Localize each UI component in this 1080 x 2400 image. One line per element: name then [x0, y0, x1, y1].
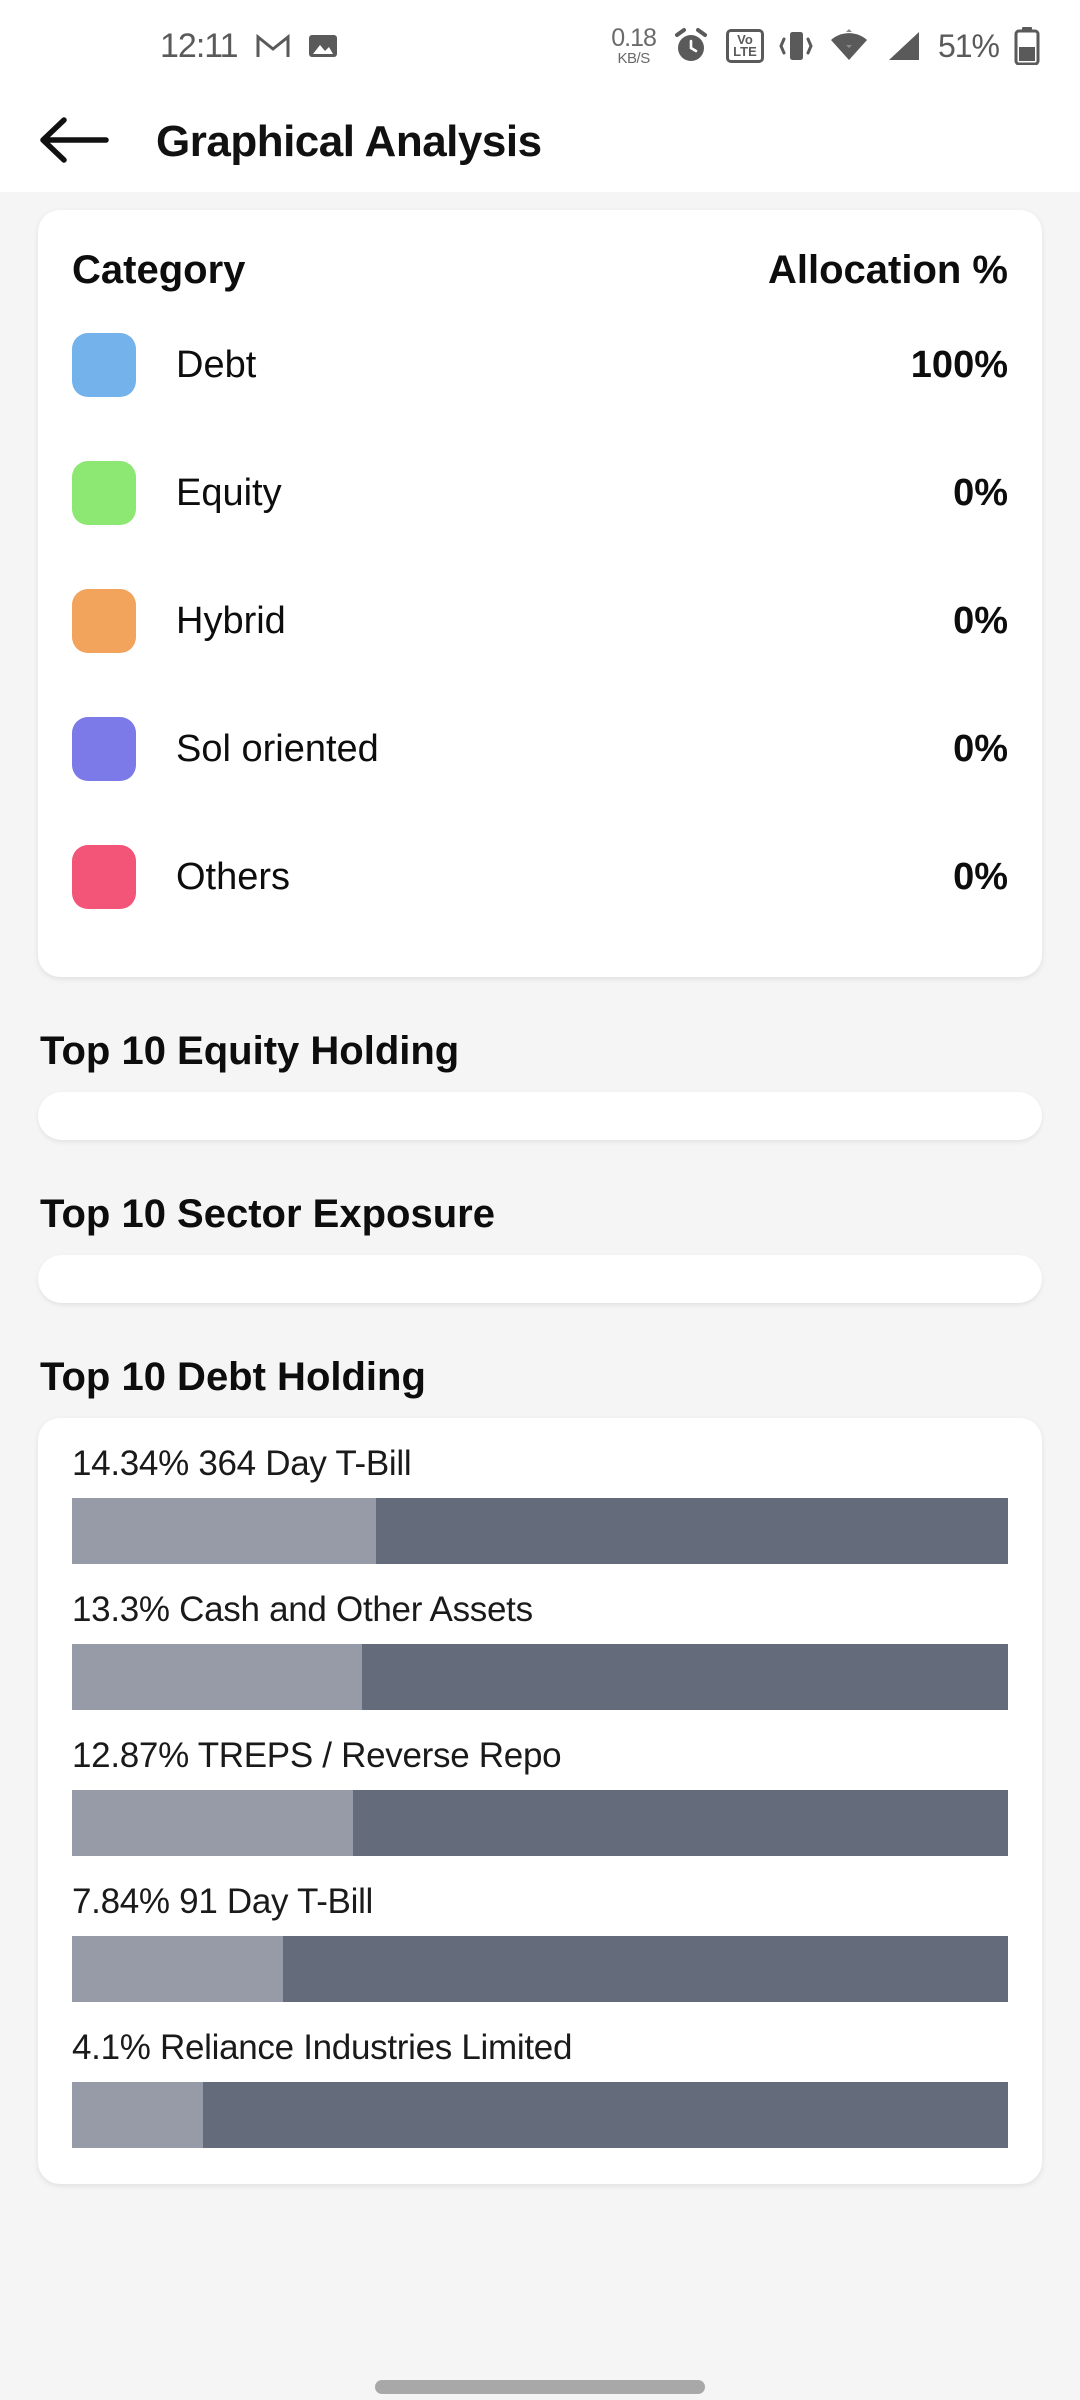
debt-bar-track-segment	[282, 1936, 1008, 2002]
debt-bar-fill-segment	[72, 1936, 283, 2002]
debt-holding-item: 14.34% 364 Day T-Bill	[72, 1444, 1008, 1564]
category-label: Sol oriented	[176, 727, 379, 770]
category-color-swatch	[72, 461, 136, 525]
debt-holding-bar	[72, 2082, 1008, 2148]
category-label: Others	[176, 855, 291, 898]
debt-holding-label: 13.3% Cash and Other Assets	[72, 1590, 533, 1629]
debt-bar-track-segment	[376, 1498, 1008, 1564]
volte-line-2: LTE	[733, 44, 757, 59]
debt-bar-track-segment	[203, 2082, 1008, 2148]
network-speed-unit: KB/S	[617, 50, 651, 67]
allocation-rows: Debt 100% Equity 0% Hybrid 0% Sol oriented 0% Ot…	[38, 301, 1042, 977]
status-bar-right: 0.18 KB/S Vo LTE 51%	[611, 26, 1040, 66]
vibrate-icon	[779, 27, 813, 65]
allocation-card: Category Allocation % Debt 100% Equity 0% Hy…	[38, 210, 1042, 977]
signal-icon	[885, 30, 923, 62]
back-arrow-icon[interactable]	[38, 114, 110, 171]
allocation-row: Debt 100%	[72, 301, 1008, 429]
allocation-row: Sol oriented 0%	[72, 685, 1008, 813]
category-label: Debt	[176, 343, 257, 386]
debt-holding-label: 12.87% TREPS / Reverse Repo	[72, 1736, 562, 1775]
column-header-category: Category	[72, 248, 246, 292]
status-bar: 12:11 0.18 KB/S Vo LTE 51%	[0, 0, 1080, 92]
debt-bar-track-segment	[362, 1644, 1008, 1710]
battery-percent-label: 51%	[937, 27, 1000, 64]
allocation-table-header: Category Allocation %	[38, 210, 1042, 301]
debt-holding-list: 14.34% 364 Day T-Bill 13.3% Cash and Othe…	[72, 1444, 1008, 2148]
category-allocation-value: 0%	[953, 471, 1008, 514]
debt-holding-item: 13.3% Cash and Other Assets	[72, 1590, 1008, 1710]
allocation-row: Hybrid 0%	[72, 557, 1008, 685]
debt-bar-fill-segment	[72, 1498, 377, 1564]
page-title: Graphical Analysis	[156, 117, 542, 166]
category-color-swatch	[72, 845, 136, 909]
section-title-equity-holding: Top 10 Equity Holding	[40, 1029, 460, 1073]
category-color-swatch	[72, 717, 136, 781]
volte-icon: Vo LTE	[725, 28, 764, 64]
debt-bar-track-segment	[352, 1790, 1008, 1856]
debt-holding-bar	[72, 1790, 1008, 1856]
debt-holding-item: 4.1% Reliance Industries Limited	[72, 2028, 1008, 2148]
app-bar: Graphical Analysis	[0, 92, 1080, 192]
network-speed-indicator: 0.18 KB/S	[611, 24, 657, 67]
allocation-row: Equity 0%	[72, 429, 1008, 557]
allocation-row: Others 0%	[72, 813, 1008, 941]
category-label: Equity	[176, 471, 282, 514]
debt-bar-fill-segment	[72, 1644, 363, 1710]
section-title-debt-holding: Top 10 Debt Holding	[40, 1355, 426, 1399]
equity-holding-empty-chart	[38, 1092, 1042, 1140]
status-clock: 12:11	[160, 26, 239, 65]
sector-exposure-empty-chart	[38, 1255, 1042, 1303]
home-indicator[interactable]	[375, 2380, 705, 2394]
debt-holding-item: 7.84% 91 Day T-Bill	[72, 1882, 1008, 2002]
category-color-swatch	[72, 333, 136, 397]
wifi-icon	[828, 29, 870, 63]
debt-holding-bar	[72, 1936, 1008, 2002]
scroll-content[interactable]: Category Allocation % Debt 100% Equity 0% Hy…	[0, 210, 1080, 2400]
category-color-swatch	[72, 589, 136, 653]
section-title-sector-exposure: Top 10 Sector Exposure	[40, 1192, 495, 1236]
debt-holding-card: 14.34% 364 Day T-Bill 13.3% Cash and Othe…	[38, 1418, 1042, 2184]
alarm-icon	[671, 26, 711, 66]
status-bar-left: 12:11	[160, 27, 338, 66]
debt-holding-bar	[72, 1644, 1008, 1710]
gmail-icon	[256, 33, 290, 59]
debt-holding-bar	[72, 1498, 1008, 1564]
battery-icon	[1014, 27, 1040, 65]
category-allocation-value: 0%	[953, 727, 1008, 770]
debt-bar-fill-segment	[72, 1790, 353, 1856]
category-allocation-value: 0%	[953, 599, 1008, 642]
debt-bar-fill-segment	[72, 2082, 204, 2148]
debt-holding-item: 12.87% TREPS / Reverse Repo	[72, 1736, 1008, 1856]
category-allocation-value: 0%	[953, 855, 1008, 898]
debt-holding-label: 7.84% 91 Day T-Bill	[72, 1882, 374, 1921]
debt-holding-label: 14.34% 364 Day T-Bill	[72, 1444, 412, 1483]
photos-icon	[308, 32, 338, 60]
category-allocation-value: 100%	[910, 343, 1008, 386]
debt-holding-label: 4.1% Reliance Industries Limited	[72, 2028, 573, 2067]
column-header-allocation: Allocation %	[767, 248, 1008, 292]
network-speed-value: 0.18	[611, 24, 657, 52]
category-label: Hybrid	[176, 599, 286, 642]
